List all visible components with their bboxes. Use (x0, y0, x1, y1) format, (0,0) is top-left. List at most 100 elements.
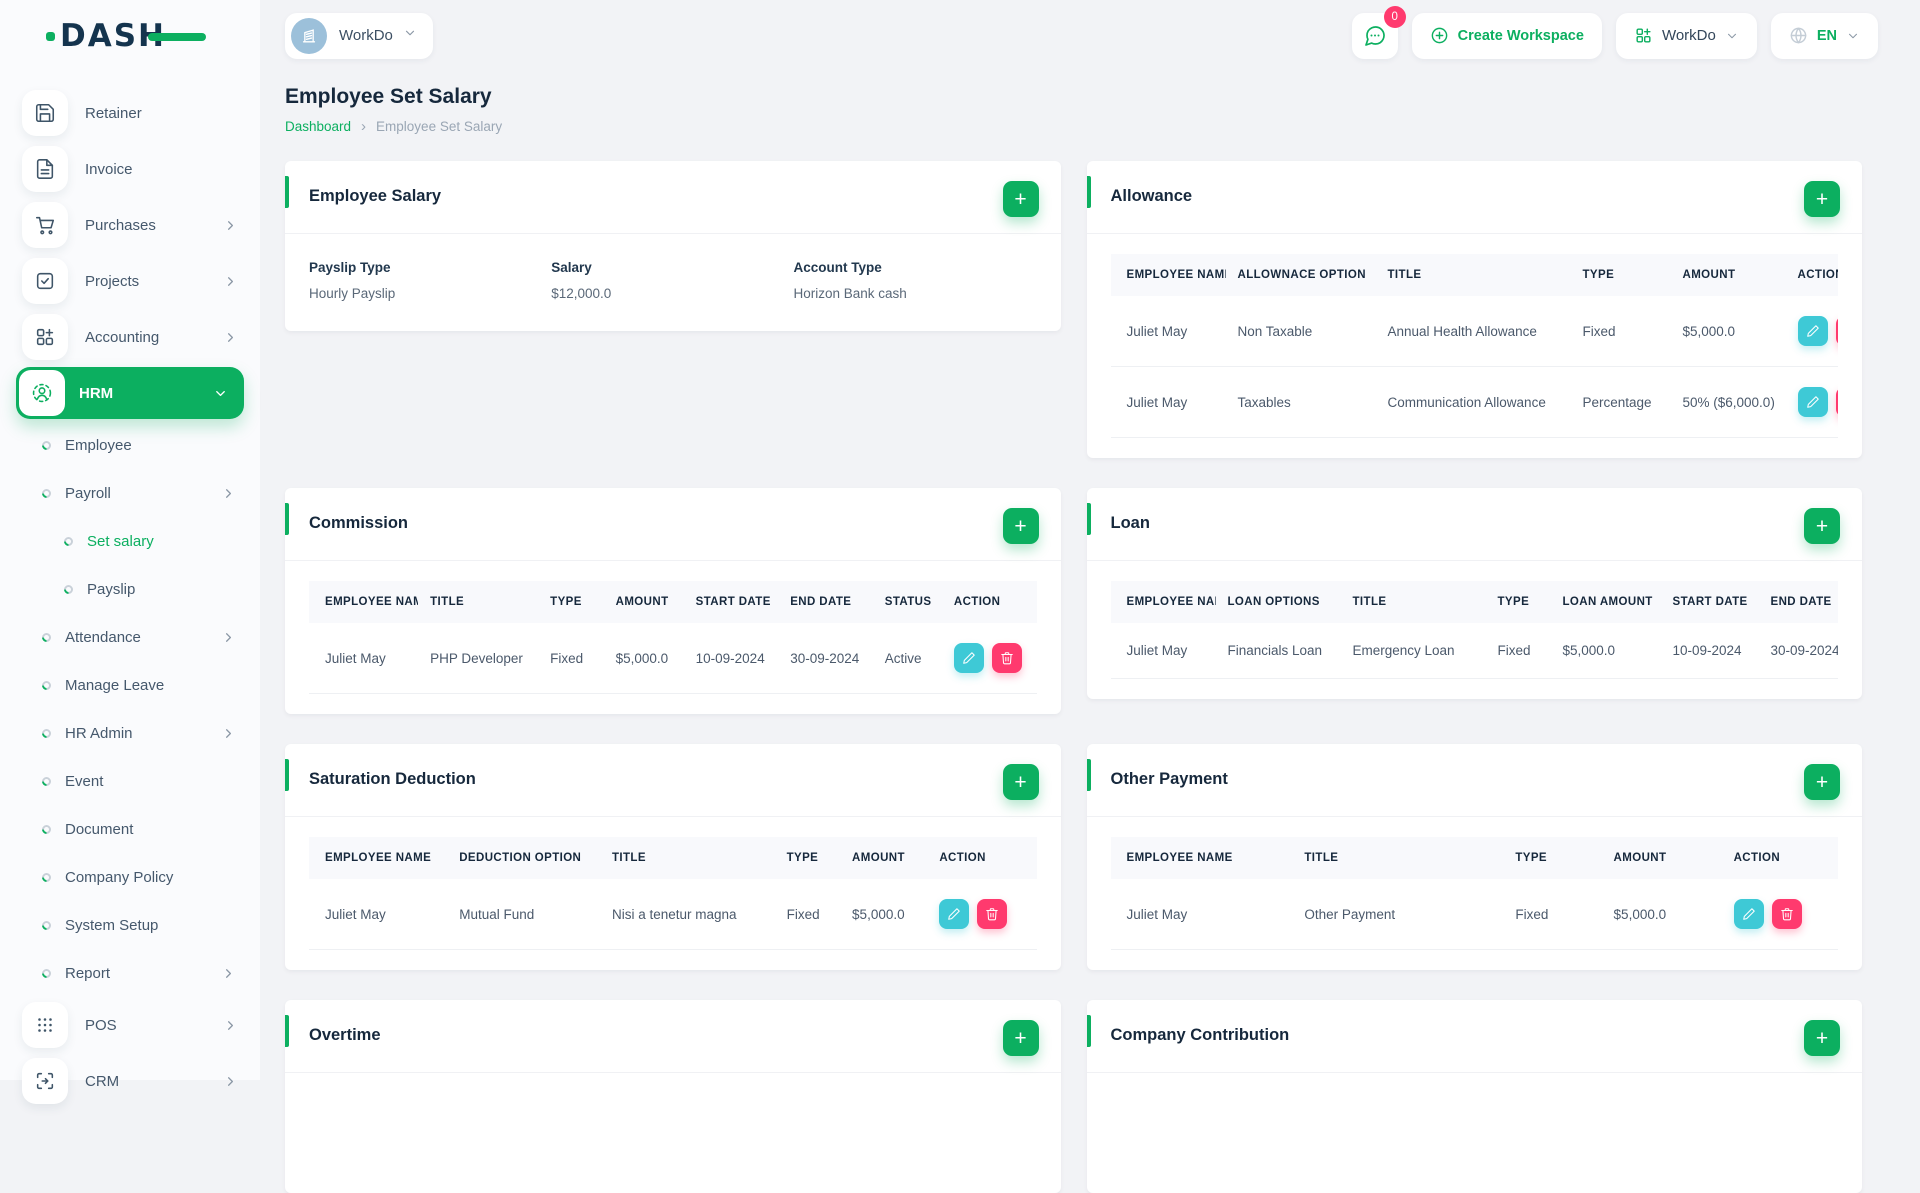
sidebar-item-hr-admin[interactable]: HR Admin (0, 709, 260, 757)
sidebar-item-company-policy[interactable]: Company Policy (0, 853, 260, 901)
cell-type: Fixed (774, 879, 841, 950)
sidebar-item-pos[interactable]: POS (0, 997, 260, 1053)
sidebar-item-label: Report (65, 964, 111, 982)
sidebar-item-employee[interactable]: Employee (0, 421, 260, 469)
sidebar-item-report[interactable]: Report (0, 949, 260, 997)
delete-button[interactable] (1835, 316, 1838, 346)
cell-loan-options: Financials Loan (1215, 623, 1341, 679)
card-title: Loan (1110, 514, 1150, 532)
edit-button[interactable] (1797, 316, 1828, 346)
table-row: Juliet May Financials Loan Emergency Loa… (1110, 623, 1838, 679)
chevron-down-icon (403, 26, 417, 45)
cell-type: Percentage (1570, 366, 1671, 438)
delete-button[interactable] (1771, 899, 1802, 929)
logo-text: DASH (46, 17, 206, 54)
app-logo[interactable]: DASH (0, 0, 260, 71)
add-saturation-deduction-button[interactable]: + (1002, 764, 1039, 800)
edit-button[interactable] (1733, 899, 1764, 929)
sidebar-item-attendance[interactable]: Attendance (0, 613, 260, 661)
card-title: Commission (309, 514, 409, 532)
company-contribution-card: Company Contribution + (1086, 1000, 1862, 1193)
saturation-deduction-card: Saturation Deduction + EMPLOYEE NAME DED… (285, 744, 1061, 970)
check-square-icon (22, 258, 68, 304)
add-overtime-button[interactable]: + (1002, 1020, 1039, 1056)
delete-button[interactable] (1835, 387, 1838, 417)
col-title: TITLE (611, 852, 646, 864)
pencil-icon (1806, 325, 1819, 337)
delete-button[interactable] (977, 899, 1008, 929)
sidebar-item-payslip[interactable]: Payslip (0, 565, 260, 613)
field-account-type: Account Type Horizon Bank cash (794, 260, 1036, 301)
add-loan-button[interactable]: + (1804, 508, 1840, 544)
sidebar-item-hrm[interactable]: HRM (16, 367, 244, 419)
sidebar-item-projects[interactable]: Projects (0, 253, 260, 309)
workspace-selector[interactable]: WorkDo (285, 12, 433, 59)
breadcrumb-current: Employee Set Salary (376, 119, 503, 134)
cell-amount: $5,000.0 (1601, 879, 1722, 950)
topbar: WorkDo 0 Create Workspace WorkDo EN (260, 0, 1920, 71)
cell-allowance-option: Non Taxable (1225, 296, 1376, 367)
add-commission-button[interactable]: + (1002, 508, 1039, 544)
loan-table: EMPLOYEE NAME LOAN OPTIONS TITLE TYPE LO… (1110, 581, 1838, 679)
sidebar-item-payroll[interactable]: Payroll (0, 469, 260, 517)
field-value: $12,000.0 (551, 286, 612, 301)
bullet-icon (40, 870, 53, 884)
circle-plus-icon (1431, 27, 1447, 44)
workspace-menu-button[interactable]: WorkDo (1615, 12, 1757, 59)
add-company-contribution-button[interactable]: + (1804, 1020, 1840, 1056)
edit-button[interactable] (1797, 387, 1828, 417)
breadcrumb-dashboard-link[interactable]: Dashboard (285, 119, 351, 134)
sidebar-item-purchases[interactable]: Purchases (0, 197, 260, 253)
create-workspace-button[interactable]: Create Workspace (1411, 12, 1602, 59)
cell-amount: $5,000.0 (603, 623, 684, 694)
cell-employee-name: Juliet May (1110, 623, 1216, 679)
col-type: TYPE (1497, 596, 1530, 608)
edit-button[interactable] (953, 643, 984, 673)
card-title: Allowance (1110, 187, 1193, 205)
card-header: Commission + (285, 488, 1061, 561)
sidebar-item-document[interactable]: Document (0, 805, 260, 853)
sidebar-item-accounting[interactable]: Accounting (0, 309, 260, 365)
cell-title: Annual Health Allowance (1375, 296, 1571, 367)
cards-grid: Employee Salary + Payslip Type Hourly Pa… (285, 161, 1862, 1193)
field-label: Account Type (793, 260, 882, 275)
saturation-deduction-table: EMPLOYEE NAME DEDUCTION OPTION TITLE TYP… (309, 837, 1037, 950)
messages-button[interactable]: 0 (1351, 5, 1406, 59)
add-employee-salary-button[interactable]: + (1002, 181, 1039, 217)
sidebar: DASH Retainer Invoice Purchases Projects… (0, 0, 260, 1104)
sidebar-item-system-setup[interactable]: System Setup (0, 901, 260, 949)
sidebar-item-retainer[interactable]: Retainer (0, 85, 260, 141)
cell-amount: 50% ($6,000.0) (1670, 366, 1786, 438)
sidebar-item-label: Accounting (85, 328, 160, 346)
cell-employee-name: Juliet May (309, 623, 419, 694)
cell-start-date: 10-09-2024 (1660, 623, 1759, 679)
edit-button[interactable] (939, 899, 970, 929)
cell-title: Other Payment (1292, 879, 1504, 950)
chevron-right-icon (223, 274, 238, 289)
sidebar-item-label: HR Admin (65, 724, 133, 742)
card-header: Other Payment + (1086, 744, 1862, 817)
col-employee-name: EMPLOYEE NAME (1126, 852, 1233, 864)
bullet-icon (40, 678, 53, 692)
sidebar-item-set-salary[interactable]: Set salary (0, 517, 260, 565)
col-loan-options: LOAN OPTIONS (1227, 596, 1320, 608)
sidebar-item-label: POS (85, 1016, 117, 1034)
sidebar-item-crm[interactable]: CRM (0, 1053, 260, 1109)
employee-salary-fields: Payslip Type Hourly Payslip Salary $12,0… (285, 234, 1061, 331)
employee-salary-card: Employee Salary + Payslip Type Hourly Pa… (285, 161, 1061, 331)
sidebar-item-event[interactable]: Event (0, 757, 260, 805)
dots-grid-icon (22, 1002, 68, 1048)
add-allowance-button[interactable]: + (1804, 181, 1840, 217)
language-selector[interactable]: EN (1770, 12, 1878, 59)
cell-amount: $5,000.0 (1670, 296, 1786, 367)
delete-button[interactable] (991, 643, 1022, 673)
add-other-payment-button[interactable]: + (1804, 764, 1840, 800)
other-payment-table: EMPLOYEE NAME TITLE TYPE AMOUNT ACTION J… (1110, 837, 1838, 950)
col-allowance-option: ALLOWNACE OPTION (1237, 269, 1366, 281)
cell-employee-name: Juliet May (1110, 366, 1226, 438)
sidebar-item-manage-leave[interactable]: Manage Leave (0, 661, 260, 709)
card-header: Saturation Deduction + (285, 744, 1061, 817)
overtime-body (285, 1073, 1061, 1193)
overtime-card: Overtime + (285, 1000, 1061, 1193)
sidebar-item-invoice[interactable]: Invoice (0, 141, 260, 197)
